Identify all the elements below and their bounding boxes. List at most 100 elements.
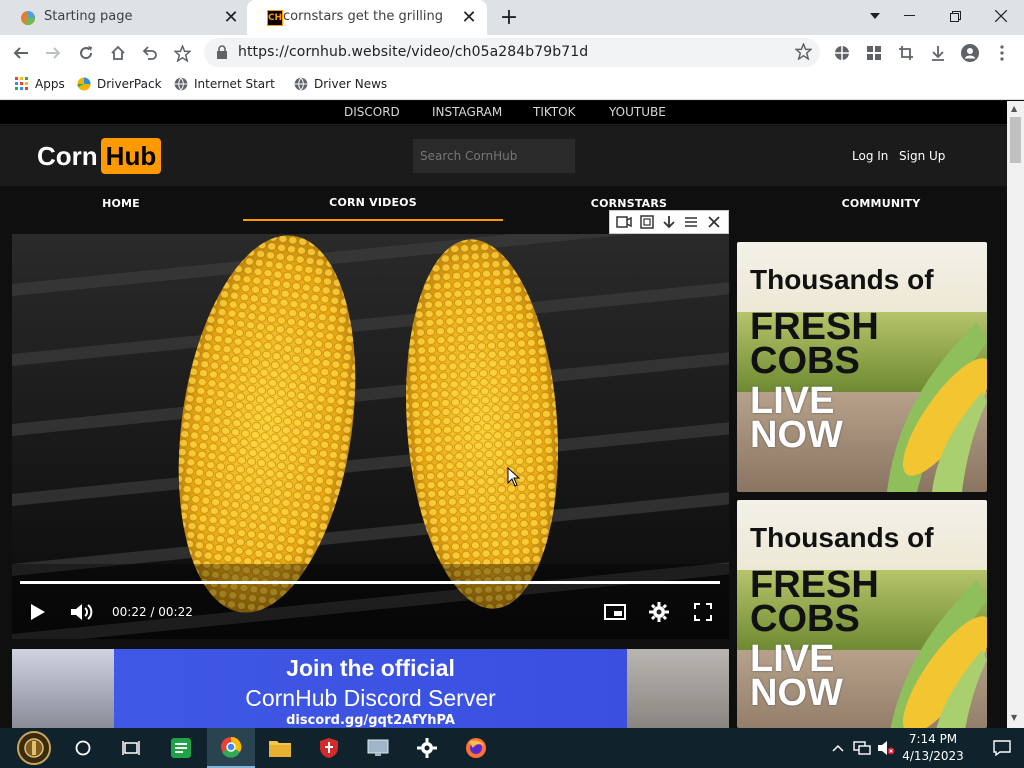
social-link-tiktok[interactable]: TIKTOK <box>533 105 575 119</box>
address-bar[interactable]: https://cornhub.website/video/ch05a284b7… <box>204 38 820 67</box>
download-icon[interactable] <box>925 40 951 66</box>
social-links-bar: DISCORD INSTAGRAM TIKTOK YOUTUBE <box>0 101 1007 125</box>
bookmark-label: Internet Start <box>194 77 275 91</box>
undo-icon[interactable] <box>137 40 163 66</box>
url-text: https://cornhub.website/video/ch05a284b7… <box>238 44 589 60</box>
bookmark-internet-start[interactable]: Internet Start <box>174 77 275 91</box>
close-window-button[interactable] <box>978 0 1024 32</box>
cortana-icon[interactable] <box>59 728 107 768</box>
network-icon[interactable] <box>850 728 874 768</box>
tab-strip: Starting page ✕ CH cornstars get the gri… <box>0 0 1024 35</box>
settings-gear-icon[interactable] <box>403 728 451 768</box>
signup-link[interactable]: Sign Up <box>899 149 945 163</box>
scrollbar-thumb[interactable] <box>1010 117 1021 163</box>
video-player[interactable]: 00:22 / 00:22 <box>12 234 729 639</box>
crop-icon[interactable] <box>893 40 919 66</box>
home-icon[interactable] <box>105 40 131 66</box>
menu-icon[interactable] <box>989 40 1015 66</box>
file-explorer-icon[interactable] <box>256 728 304 768</box>
video-helper-toolbar <box>609 210 729 234</box>
social-link-youtube[interactable]: YOUTUBE <box>609 105 666 119</box>
video-progress-bar[interactable] <box>20 581 720 584</box>
start-button[interactable] <box>10 728 58 768</box>
extension-icon[interactable] <box>829 40 855 66</box>
ad-word-now: NOW <box>750 672 843 714</box>
discord-banner[interactable]: Join the official CornHub Discord Server… <box>12 649 729 728</box>
close-tab-icon[interactable]: ✕ <box>220 6 242 28</box>
web-page: DISCORD INSTAGRAM TIKTOK YOUTUBE Corn Hu… <box>0 101 1007 728</box>
settings-icon[interactable] <box>645 598 673 626</box>
apps-extension-icon[interactable] <box>861 40 887 66</box>
bookmarks-bar: Apps DriverPack Internet Start Driver Ne… <box>0 70 1024 100</box>
tab-title: Starting page <box>44 9 133 24</box>
clock-time: 7:14 PM <box>908 732 958 746</box>
bookmark-label: Driver News <box>314 77 388 91</box>
notifications-icon[interactable] <box>978 728 1024 768</box>
show-hidden-icons-icon[interactable] <box>826 728 850 768</box>
ad-word-live: LIVE <box>750 638 835 680</box>
star-icon[interactable] <box>795 43 812 60</box>
scroll-up-icon[interactable]: ▲ <box>1011 104 1017 113</box>
close-tab-icon[interactable]: ✕ <box>458 6 480 28</box>
corn-ad-1[interactable]: Thousands of FRESH COBS LIVE NOW <box>737 242 987 492</box>
tab-title: cornstars get the grilling of a lifetime <box>283 9 448 24</box>
volume-icon[interactable] <box>68 598 96 626</box>
page-scrollbar[interactable]: ▲ ▼ <box>1007 101 1024 728</box>
profile-icon[interactable] <box>957 40 983 66</box>
list-menu-icon[interactable] <box>682 213 700 231</box>
tab-cornstars-video[interactable]: CH cornstars get the grilling of a lifet… <box>247 0 487 35</box>
new-tab-button[interactable]: + <box>497 5 521 30</box>
driverpack-icon <box>77 77 91 91</box>
download-arrow-icon[interactable] <box>660 213 678 231</box>
video-camera-icon[interactable] <box>615 213 633 231</box>
forward-icon[interactable] <box>40 40 66 66</box>
ad-line-fresh-cobs: FRESH COBS <box>750 566 879 640</box>
ad-word-cobs: COBS <box>750 598 860 640</box>
bookmark-star-icon[interactable] <box>169 40 195 66</box>
ad-word-live: LIVE <box>750 380 835 422</box>
mouse-cursor-icon <box>507 467 521 487</box>
tab-starting-page[interactable]: Starting page ✕ <box>0 0 246 35</box>
restore-button[interactable] <box>932 0 978 32</box>
login-link[interactable]: Log In <box>852 149 888 163</box>
banner-line-2: CornHub Discord Server <box>245 685 496 711</box>
bookmark-driverpack[interactable]: DriverPack <box>77 77 162 91</box>
bookmark-driver-news[interactable]: Driver News <box>294 77 387 91</box>
security-shield-icon[interactable] <box>305 728 353 768</box>
bookmark-label: Apps <box>35 77 65 91</box>
corn-ad-2[interactable]: Thousands of FRESH COBS LIVE NOW <box>737 500 987 728</box>
banner-invite-link[interactable]: discord.gg/gqt2AfYhPA <box>114 713 627 728</box>
search-input[interactable] <box>413 139 575 173</box>
cornhub-icon: CH <box>267 10 283 26</box>
minimize-button[interactable] <box>886 0 932 32</box>
task-view-icon[interactable] <box>107 728 155 768</box>
chrome-taskbar-icon[interactable] <box>207 728 255 768</box>
nav-home[interactable]: HOME <box>0 186 251 221</box>
close-icon[interactable] <box>705 213 723 231</box>
ad-word-cobs: COBS <box>750 340 860 382</box>
corn-cob-illustration <box>890 580 987 728</box>
social-link-discord[interactable]: DISCORD <box>344 105 400 119</box>
scroll-down-icon[interactable]: ▼ <box>1011 713 1017 722</box>
nav-corn-videos[interactable]: CORN VIDEOS <box>243 186 503 221</box>
bookmark-label: DriverPack <box>97 77 162 91</box>
miniplayer-icon[interactable] <box>601 598 629 626</box>
expand-icon[interactable] <box>638 213 656 231</box>
remote-desktop-icon[interactable] <box>354 728 402 768</box>
spreadsheet-app-icon[interactable] <box>157 728 205 768</box>
fullscreen-icon[interactable] <box>689 598 717 626</box>
video-frame-grilled-corn <box>12 234 729 639</box>
windows-taskbar: 7:14 PM 4/13/2023 <box>0 728 1024 768</box>
globe-icon <box>294 77 308 91</box>
reload-icon[interactable] <box>73 40 99 66</box>
system-clock[interactable]: 7:14 PM 4/13/2023 <box>893 731 973 765</box>
play-icon[interactable] <box>24 598 52 626</box>
back-icon[interactable] <box>8 40 34 66</box>
site-logo[interactable]: Corn Hub <box>37 138 162 174</box>
bookmark-apps[interactable]: Apps <box>15 77 65 91</box>
firefox-icon[interactable] <box>452 728 500 768</box>
nav-community[interactable]: COMMUNITY <box>751 186 1007 221</box>
ad-line-live-now: LIVE NOW <box>750 638 843 714</box>
social-link-instagram[interactable]: INSTAGRAM <box>432 105 502 119</box>
banner-line-1: Join the official <box>286 655 455 681</box>
